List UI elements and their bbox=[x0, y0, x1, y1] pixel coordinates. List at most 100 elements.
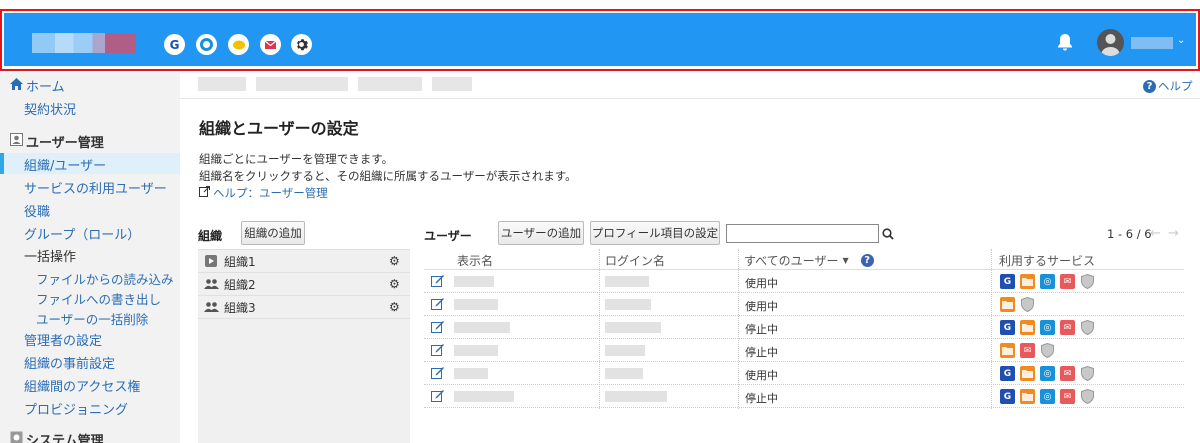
org-row[interactable]: 組織1 ⚙ bbox=[198, 250, 410, 273]
display-name-redacted[interactable] bbox=[454, 368, 488, 379]
user-mgmt-help-label: ヘルプ：ユーザー管理 bbox=[213, 186, 328, 200]
table-row[interactable]: 使用中 G ◎ ✉ bbox=[424, 270, 1184, 293]
sidebar-item-groups[interactable]: グループ（ロール） bbox=[24, 224, 140, 243]
edit-icon[interactable] bbox=[431, 366, 445, 380]
edit-icon[interactable] bbox=[431, 343, 445, 357]
google-service-icon: G bbox=[1000, 389, 1015, 404]
user-mgmt-help-link[interactable]: ヘルプ：ユーザー管理 bbox=[199, 185, 328, 201]
edit-icon[interactable] bbox=[431, 389, 445, 403]
breadcrumb-item[interactable] bbox=[256, 77, 348, 91]
edit-icon[interactable] bbox=[431, 297, 445, 311]
user-services: G ◎ ✉ bbox=[1000, 366, 1095, 381]
user-filter-dropdown[interactable]: すべてのユーザー ▼ ? bbox=[744, 252, 874, 269]
org-gear-icon[interactable]: ⚙ bbox=[389, 277, 400, 291]
sidebar-user-mgmt-label: ユーザー管理 bbox=[26, 136, 104, 151]
display-name-redacted[interactable] bbox=[454, 276, 494, 287]
breadcrumb-item[interactable] bbox=[198, 77, 246, 91]
user-status: 停止中 bbox=[745, 323, 778, 336]
col-services: 利用するサービス bbox=[999, 254, 1096, 268]
login-name-redacted bbox=[605, 391, 667, 402]
user-services: ✉ bbox=[1000, 343, 1055, 358]
col-display-name[interactable]: 表示名 bbox=[457, 252, 493, 269]
sidebar-item-service-users[interactable]: サービスの利用ユーザー bbox=[24, 178, 167, 197]
help-label: ヘルプ bbox=[1158, 79, 1193, 93]
display-name-redacted[interactable] bbox=[454, 299, 498, 310]
chevron-down-icon[interactable]: ⌄ bbox=[1177, 35, 1185, 46]
mail-service-icon: ✉ bbox=[1020, 343, 1035, 358]
org-list: 組織1 ⚙ 組織2 ⚙ 組織3 ⚙ bbox=[198, 249, 410, 443]
breadcrumb-item[interactable] bbox=[358, 77, 422, 91]
sidebar-item-contract[interactable]: 契約状況 bbox=[24, 99, 76, 118]
sidebar-item-import-file[interactable]: ファイルからの読み込み bbox=[36, 269, 174, 288]
filter-help-icon[interactable]: ? bbox=[860, 254, 874, 267]
edit-icon[interactable] bbox=[431, 320, 445, 334]
col-login-name[interactable]: ログイン名 bbox=[605, 252, 665, 269]
login-name-redacted bbox=[605, 368, 643, 379]
sidebar-item-export-file[interactable]: ファイルへの書き出し bbox=[36, 289, 161, 308]
settings-gear-icon[interactable] bbox=[291, 34, 312, 55]
mail-service-icon: ✉ bbox=[1060, 366, 1075, 381]
table-row[interactable]: 停止中 G ◎ ✉ bbox=[424, 385, 1184, 408]
app-logo[interactable] bbox=[32, 33, 136, 53]
notification-bell-icon[interactable] bbox=[1055, 32, 1075, 54]
sidebar-item-home[interactable]: ホーム bbox=[10, 76, 65, 95]
mail-service-icon[interactable] bbox=[260, 34, 281, 55]
sidebar-item-bulk-delete[interactable]: ユーザーの一括削除 bbox=[36, 309, 148, 328]
user-search-input[interactable] bbox=[726, 224, 879, 243]
circle-service-icon: ◎ bbox=[1040, 274, 1055, 289]
table-row[interactable]: 停止中 G ◎ ✉ bbox=[424, 316, 1184, 339]
sidebar-item-positions[interactable]: 役職 bbox=[24, 201, 50, 220]
next-page-icon[interactable]: → bbox=[1168, 226, 1179, 241]
user-name[interactable] bbox=[1131, 37, 1173, 49]
mail-service-icon: ✉ bbox=[1060, 389, 1075, 404]
help-link[interactable]: ? ヘルプ bbox=[1143, 78, 1193, 94]
profile-settings-button[interactable]: プロフィール項目の設定 bbox=[590, 221, 720, 245]
user-status: 停止中 bbox=[745, 346, 778, 359]
display-name-redacted[interactable] bbox=[454, 345, 498, 356]
table-row[interactable]: 使用中 G ◎ ✉ bbox=[424, 362, 1184, 385]
table-row[interactable]: 使用中 bbox=[424, 293, 1184, 316]
display-name-redacted[interactable] bbox=[454, 322, 510, 333]
page-description-2: 組織名をクリックすると、その組織に所属するユーザーが表示されます。 bbox=[199, 169, 577, 183]
sidebar-item-org-presettings[interactable]: 組織の事前設定 bbox=[24, 353, 115, 372]
prev-page-icon[interactable]: ← bbox=[1150, 226, 1161, 241]
sidebar-item-provisioning[interactable]: プロビジョニング bbox=[24, 399, 128, 418]
sidebar-home-label: ホーム bbox=[26, 80, 65, 95]
add-user-button[interactable]: ユーザーの追加 bbox=[498, 221, 584, 245]
edit-icon[interactable] bbox=[431, 274, 445, 288]
google-service-icon: G bbox=[1000, 320, 1015, 335]
sidebar-item-admin-settings[interactable]: 管理者の設定 bbox=[24, 330, 102, 349]
folder-service-icon bbox=[1020, 389, 1035, 404]
sidebar-bulk-ops-label: 一括操作 bbox=[24, 250, 77, 265]
folder-service-icon bbox=[1020, 320, 1035, 335]
user-avatar[interactable] bbox=[1097, 29, 1124, 56]
search-icon[interactable] bbox=[882, 228, 894, 243]
org-row[interactable]: 組織3 ⚙ bbox=[198, 296, 410, 319]
table-row[interactable]: 停止中 ✉ bbox=[424, 339, 1184, 362]
user-services: G ◎ ✉ bbox=[1000, 274, 1095, 289]
user-status: 使用中 bbox=[745, 300, 778, 313]
display-name-redacted[interactable] bbox=[454, 391, 514, 402]
external-link-icon bbox=[199, 186, 210, 200]
google-service-icon: G bbox=[1000, 366, 1015, 381]
add-org-button[interactable]: 組織の追加 bbox=[241, 221, 305, 245]
org-row[interactable]: 組織2 ⚙ bbox=[198, 273, 410, 296]
login-name-redacted bbox=[605, 299, 651, 310]
shield-service-icon bbox=[1080, 320, 1095, 335]
folder-service-icon bbox=[1020, 274, 1035, 289]
users-group-icon bbox=[204, 278, 219, 293]
g-service-icon[interactable]: G bbox=[164, 34, 185, 55]
user-table-header: 表示名 ログイン名 すべてのユーザー ▼ ? 利用するサービス bbox=[424, 249, 1184, 270]
user-services: G ◎ ✉ bbox=[1000, 320, 1095, 335]
caret-down-icon: ▼ bbox=[842, 256, 849, 265]
users-group-icon bbox=[204, 301, 219, 316]
org-gear-icon[interactable]: ⚙ bbox=[389, 300, 400, 314]
divider bbox=[180, 98, 1200, 99]
home-icon bbox=[10, 77, 23, 94]
circle-service-icon[interactable] bbox=[196, 34, 217, 55]
org-gear-icon[interactable]: ⚙ bbox=[389, 254, 400, 268]
sidebar-item-org-access[interactable]: 組織間のアクセス権 bbox=[24, 376, 140, 395]
chat-service-icon[interactable] bbox=[228, 34, 249, 55]
sidebar-item-org-users[interactable]: 組織/ユーザー bbox=[24, 155, 106, 174]
page-title: 組織とユーザーの設定 bbox=[199, 119, 359, 138]
